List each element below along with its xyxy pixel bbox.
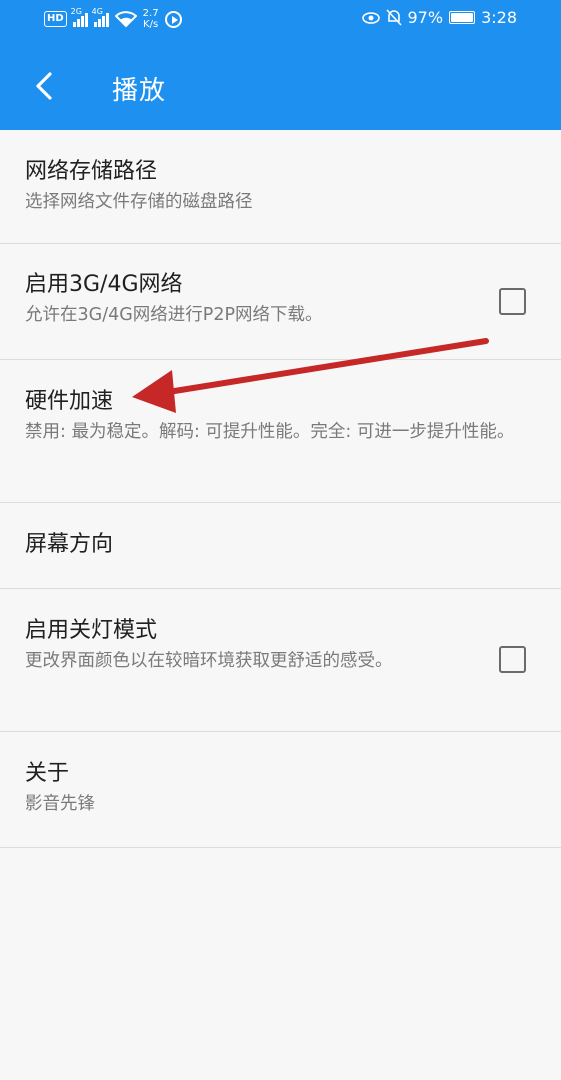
- setting-enable-mobile-network[interactable]: 启用3G/4G网络 允许在3G/4G网络进行P2P网络下载。: [0, 244, 561, 360]
- signal-icon: 4G: [92, 7, 109, 27]
- eye-icon: [361, 11, 380, 24]
- setting-subtitle: 影音先锋: [25, 794, 95, 814]
- setting-title: 硬件加速: [25, 389, 114, 414]
- app-header: HD 2G 4G 2.7 K/s 97% 3:28 播放: [0, 0, 561, 130]
- setting-subtitle: 更改界面颜色以在较暗环境获取更舒适的感受。: [25, 651, 393, 671]
- mute-bell-icon: [385, 9, 402, 26]
- setting-subtitle: 选择网络文件存储的磁盘路径: [25, 192, 253, 212]
- mobile-network-checkbox[interactable]: [499, 288, 526, 315]
- setting-lights-off-mode[interactable]: 启用关灯模式 更改界面颜色以在较暗环境获取更舒适的感受。: [0, 589, 561, 732]
- media-play-icon: [164, 10, 182, 28]
- setting-title: 启用关灯模式: [25, 618, 158, 643]
- lights-off-checkbox[interactable]: [499, 646, 526, 673]
- setting-hardware-acceleration[interactable]: 硬件加速 禁用: 最为稳定。解码: 可提升性能。完全: 可进一步提升性能。: [0, 360, 561, 503]
- setting-title: 网络存储路径: [25, 159, 158, 184]
- back-button[interactable]: [26, 64, 66, 108]
- page-title: 播放: [112, 76, 167, 106]
- status-bar: HD 2G 4G 2.7 K/s 97% 3:28: [0, 0, 561, 42]
- setting-screen-orientation[interactable]: 屏幕方向: [0, 503, 561, 589]
- net-speed: 2.7 K/s: [142, 8, 159, 30]
- wifi-icon: [114, 11, 137, 27]
- setting-about[interactable]: 关于 影音先锋: [0, 732, 561, 848]
- back-arrow-icon: [36, 72, 52, 100]
- battery-icon: [449, 11, 476, 24]
- clock: 3:28: [481, 8, 517, 27]
- setting-title: 关于: [25, 761, 70, 786]
- setting-title: 启用3G/4G网络: [25, 272, 183, 297]
- battery-percent: 97%: [407, 8, 444, 27]
- setting-title: 屏幕方向: [25, 532, 114, 557]
- setting-subtitle: 允许在3G/4G网络进行P2P网络下载。: [25, 305, 323, 325]
- signal-icon: 2G: [71, 7, 88, 27]
- setting-network-storage-path[interactable]: 网络存储路径 选择网络文件存储的磁盘路径: [0, 130, 561, 244]
- hd-voice-icon: HD: [44, 11, 67, 27]
- setting-subtitle: 禁用: 最为稳定。解码: 可提升性能。完全: 可进一步提升性能。: [25, 422, 515, 442]
- settings-list: 网络存储路径 选择网络文件存储的磁盘路径 启用3G/4G网络 允许在3G/4G网…: [0, 130, 561, 848]
